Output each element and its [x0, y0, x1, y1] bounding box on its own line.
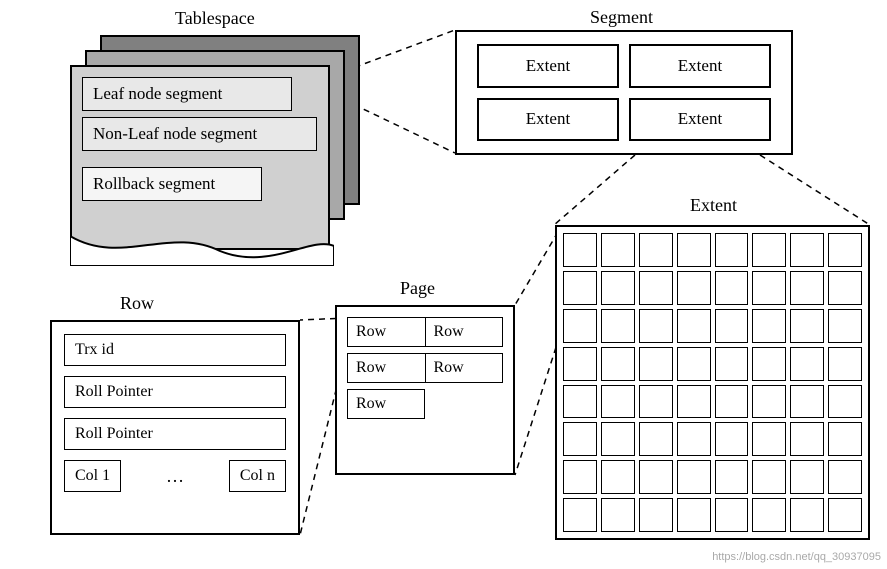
extent-page-cell [752, 309, 786, 343]
extent-page-cell [790, 422, 824, 456]
row-cols: Col 1 … Col n [64, 460, 286, 492]
extent-page-cell [639, 422, 673, 456]
extent-page-cell [601, 233, 635, 267]
extent-page-cell [715, 422, 749, 456]
extent-page-cell [715, 460, 749, 494]
tablespace-segment-leaf: Leaf node segment [82, 77, 292, 111]
extent-page-cell [752, 233, 786, 267]
extent-page-cell [639, 233, 673, 267]
extent-page-cell [563, 233, 597, 267]
extent-page-cell [639, 271, 673, 305]
segment-box: Extent Extent Extent Extent [455, 30, 793, 155]
row-title: Row [120, 293, 154, 314]
extent-page-cell [639, 385, 673, 419]
extent-page-cell [563, 385, 597, 419]
extent-page-cell [828, 271, 862, 305]
extent-page-cell [790, 498, 824, 532]
page-row-pair: Row Row [347, 353, 503, 383]
row-field-rollptr: Roll Pointer [64, 376, 286, 408]
extent-page-cell [677, 347, 711, 381]
extent-page-cell [752, 498, 786, 532]
extent-page-cell [677, 309, 711, 343]
segment-extent-cell: Extent [629, 44, 771, 88]
row-box: Trx id Roll Pointer Roll Pointer Col 1 …… [50, 320, 300, 535]
extent-page-cell [601, 422, 635, 456]
extent-page-cell [639, 309, 673, 343]
row-field-rollptr: Roll Pointer [64, 418, 286, 450]
tablespace-title: Tablespace [175, 8, 255, 29]
page-row-cell: Row [426, 354, 503, 382]
extent-page-cell [677, 422, 711, 456]
segment-extent-cell: Extent [477, 98, 619, 142]
extent-page-cell [828, 498, 862, 532]
extent-page-cell [601, 347, 635, 381]
tablespace-stack: Leaf node segment Non-Leaf node segment … [70, 35, 360, 235]
page-row-cell: Row [348, 318, 426, 346]
segment-extent-cell: Extent [629, 98, 771, 142]
row-col-last: Col n [229, 460, 286, 492]
extent-page-cell [828, 233, 862, 267]
extent-page-cell [752, 422, 786, 456]
extent-page-cell [790, 460, 824, 494]
tablespace-segment-nonleaf: Non-Leaf node segment [82, 117, 317, 151]
row-field-trxid: Trx id [64, 334, 286, 366]
extent-grid [555, 225, 870, 540]
extent-page-cell [639, 498, 673, 532]
extent-page-cell [677, 271, 711, 305]
extent-page-cell [639, 347, 673, 381]
extent-title: Extent [690, 195, 737, 216]
extent-page-cell [715, 385, 749, 419]
extent-page-cell [563, 347, 597, 381]
page-row-pair: Row Row [347, 317, 503, 347]
extent-page-cell [828, 460, 862, 494]
extent-page-cell [752, 385, 786, 419]
extent-page-cell [601, 385, 635, 419]
extent-page-cell [601, 309, 635, 343]
tablespace-front: Leaf node segment Non-Leaf node segment … [70, 65, 330, 250]
extent-page-cell [790, 347, 824, 381]
segment-title: Segment [590, 7, 653, 28]
extent-page-cell [563, 309, 597, 343]
extent-page-cell [828, 385, 862, 419]
extent-page-cell [828, 422, 862, 456]
extent-page-cell [715, 498, 749, 532]
extent-page-cell [828, 347, 862, 381]
extent-page-cell [677, 385, 711, 419]
extent-page-cell [752, 271, 786, 305]
extent-page-cell [639, 460, 673, 494]
watermark: https://blog.csdn.net/qq_30937095 [712, 551, 881, 563]
page-row-cell: Row [347, 389, 425, 419]
extent-page-cell [563, 498, 597, 532]
extent-page-cell [677, 233, 711, 267]
extent-page-cell [752, 347, 786, 381]
extent-page-cell [715, 347, 749, 381]
extent-page-cell [715, 233, 749, 267]
extent-page-cell [715, 309, 749, 343]
extent-page-cell [752, 460, 786, 494]
extent-page-cell [677, 498, 711, 532]
segment-extent-cell: Extent [477, 44, 619, 88]
extent-page-cell [790, 385, 824, 419]
extent-page-cell [601, 498, 635, 532]
extent-page-cell [563, 271, 597, 305]
extent-page-cell [601, 460, 635, 494]
row-col-dots: … [127, 466, 223, 487]
extent-page-cell [563, 460, 597, 494]
page-box: Row Row Row Row Row [335, 305, 515, 475]
page-row-cell: Row [348, 354, 426, 382]
tablespace-segment-rollback: Rollback segment [82, 167, 262, 201]
row-col-first: Col 1 [64, 460, 121, 492]
extent-page-cell [790, 271, 824, 305]
extent-page-cell [828, 309, 862, 343]
extent-page-cell [677, 460, 711, 494]
tablespace-torn-edge [70, 236, 334, 266]
extent-page-cell [790, 233, 824, 267]
page-title: Page [400, 278, 435, 299]
extent-page-cell [790, 309, 824, 343]
extent-page-cell [715, 271, 749, 305]
extent-page-cell [563, 422, 597, 456]
page-row-cell: Row [426, 318, 503, 346]
extent-page-cell [601, 271, 635, 305]
